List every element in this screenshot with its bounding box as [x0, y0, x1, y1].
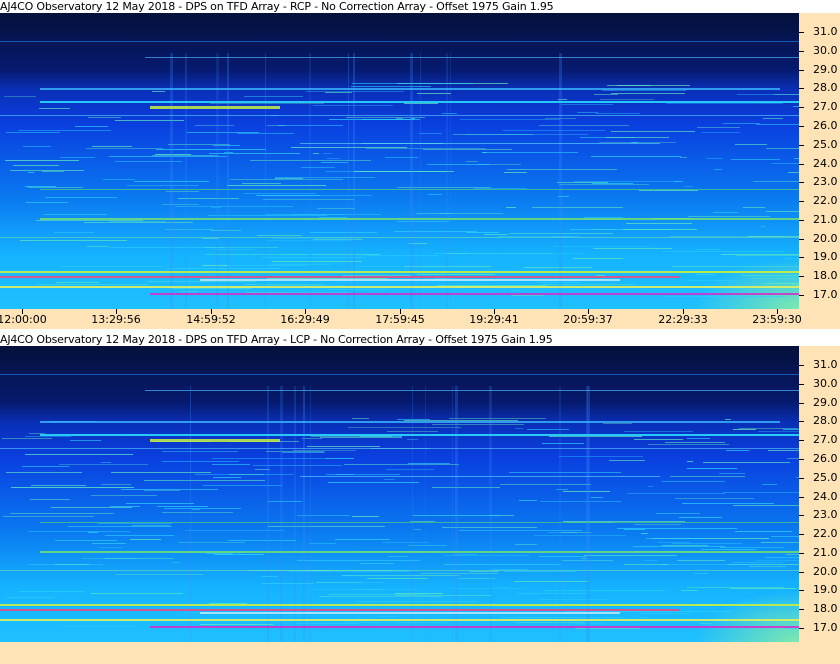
y-tick [799, 365, 804, 366]
y-tick-label: 28.0 [813, 81, 838, 94]
y-tick-label: 17.0 [813, 621, 838, 634]
frequency-axis-rcp: 31.0 30.0 29.0 28.0 27.0 26.0 25.0 24.0 23.0 22.0… [799, 13, 840, 309]
y-tick [799, 590, 804, 591]
y-tick [799, 628, 804, 629]
y-tick-label: 21.0 [813, 546, 838, 559]
y-tick [799, 32, 804, 33]
y-tick-label: 17.0 [813, 288, 838, 301]
y-tick-label: 18.0 [813, 602, 838, 615]
x-tick-label: 19:29:41 [469, 313, 519, 326]
time-axis: 12:00:00 13:29:56 14:59:52 16:29:49 17:59:45… [0, 309, 840, 329]
y-tick-label: 21.0 [813, 213, 838, 226]
x-tick-label: 12:00:00 [0, 313, 47, 326]
panel-title-rcp: AJ4CO Observatory 12 May 2018 - DPS on T… [0, 0, 554, 13]
y-tick-label: 23.0 [813, 175, 838, 188]
y-tick-label: 30.0 [813, 44, 838, 57]
y-tick-label: 22.0 [813, 527, 838, 540]
x-tick-label: 22:29:33 [658, 313, 708, 326]
y-tick-label: 26.0 [813, 119, 838, 132]
y-tick [799, 440, 804, 441]
y-tick [799, 145, 804, 146]
y-tick-label: 25.0 [813, 138, 838, 151]
y-tick [799, 220, 804, 221]
x-tick-label: 14:59:52 [186, 313, 236, 326]
y-tick-label: 28.0 [813, 414, 838, 427]
x-tick-label: 16:29:49 [280, 313, 330, 326]
y-tick [799, 70, 804, 71]
frequency-axis-lcp: 31.0 30.0 29.0 28.0 27.0 26.0 25.0 24.0 23.0 22.0… [799, 346, 840, 642]
x-tick-label: 20:59:37 [563, 313, 613, 326]
y-tick-label: 19.0 [813, 583, 838, 596]
x-tick-label: 13:29:56 [91, 313, 141, 326]
y-tick [799, 164, 804, 165]
spectrogram-lcp [0, 346, 799, 642]
y-tick [799, 609, 804, 610]
spectrogram-rcp [0, 13, 799, 309]
y-tick [799, 534, 804, 535]
y-tick [799, 459, 804, 460]
y-tick-label: 29.0 [813, 396, 838, 409]
y-tick-label: 27.0 [813, 100, 838, 113]
y-tick [799, 257, 804, 258]
y-tick [799, 88, 804, 89]
y-tick [799, 126, 804, 127]
y-tick-label: 22.0 [813, 194, 838, 207]
y-tick-label: 24.0 [813, 157, 838, 170]
y-tick [799, 403, 804, 404]
bottom-axis-bar [0, 642, 840, 664]
y-tick-label: 31.0 [813, 358, 838, 371]
y-tick-label: 18.0 [813, 269, 838, 282]
y-tick-label: 31.0 [813, 25, 838, 38]
y-tick [799, 497, 804, 498]
y-tick [799, 182, 804, 183]
y-tick [799, 201, 804, 202]
y-tick [799, 295, 804, 296]
y-tick-label: 19.0 [813, 250, 838, 263]
y-tick [799, 107, 804, 108]
y-tick [799, 384, 804, 385]
y-tick-label: 20.0 [813, 232, 838, 245]
y-tick-label: 24.0 [813, 490, 838, 503]
y-tick [799, 239, 804, 240]
y-tick-label: 29.0 [813, 63, 838, 76]
panel-title-lcp: AJ4CO Observatory 12 May 2018 - DPS on T… [0, 333, 553, 346]
y-tick [799, 276, 804, 277]
y-tick [799, 553, 804, 554]
y-tick [799, 421, 804, 422]
y-tick-label: 30.0 [813, 377, 838, 390]
x-tick-label: 17:59:45 [375, 313, 425, 326]
y-tick-label: 23.0 [813, 508, 838, 521]
y-tick [799, 515, 804, 516]
y-tick [799, 572, 804, 573]
y-tick [799, 478, 804, 479]
y-tick-label: 27.0 [813, 433, 838, 446]
y-tick-label: 26.0 [813, 452, 838, 465]
y-tick [799, 51, 804, 52]
y-tick-label: 25.0 [813, 471, 838, 484]
y-tick-label: 20.0 [813, 565, 838, 578]
x-tick-label: 23:59:30 [752, 313, 802, 326]
